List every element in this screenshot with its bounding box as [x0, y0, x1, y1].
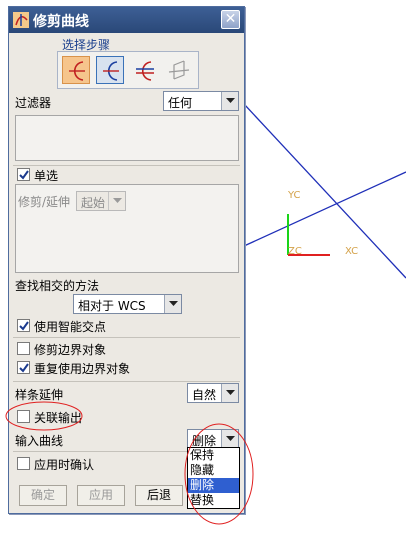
annotation-layer: [5, 401, 254, 525]
annotation-ellipse-input-curve: [184, 423, 254, 525]
annotation-ellipse-associative: [5, 401, 83, 431]
